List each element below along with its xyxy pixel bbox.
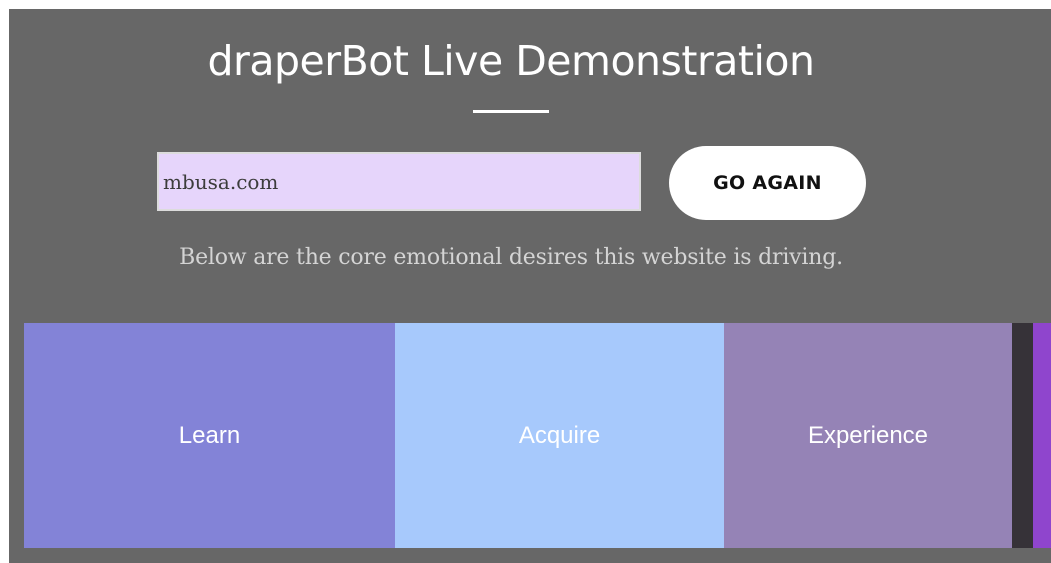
- tile-unlabeled-3[interactable]: [1012, 323, 1033, 548]
- page-title: draperBot Live Demonstration: [207, 37, 815, 85]
- title-divider: [473, 110, 549, 113]
- tile-label: Acquire: [518, 421, 601, 449]
- demo-panel: draperBot Live Demonstration GO AGAIN Be…: [9, 9, 1051, 563]
- tile-unlabeled-4[interactable]: [1033, 323, 1051, 548]
- subtitle-text: Below are the core emotional desires thi…: [179, 245, 843, 270]
- tile-label: Experience: [807, 421, 929, 449]
- go-again-button[interactable]: GO AGAIN: [669, 146, 866, 220]
- tile-learn[interactable]: Learn: [24, 323, 395, 548]
- tile-experience[interactable]: Experience: [724, 323, 1012, 548]
- url-input[interactable]: [157, 152, 641, 211]
- tile-label: Learn: [178, 421, 241, 449]
- emotional-desires-treemap: Learn Acquire Experience: [24, 323, 1051, 548]
- tile-acquire[interactable]: Acquire: [395, 323, 724, 548]
